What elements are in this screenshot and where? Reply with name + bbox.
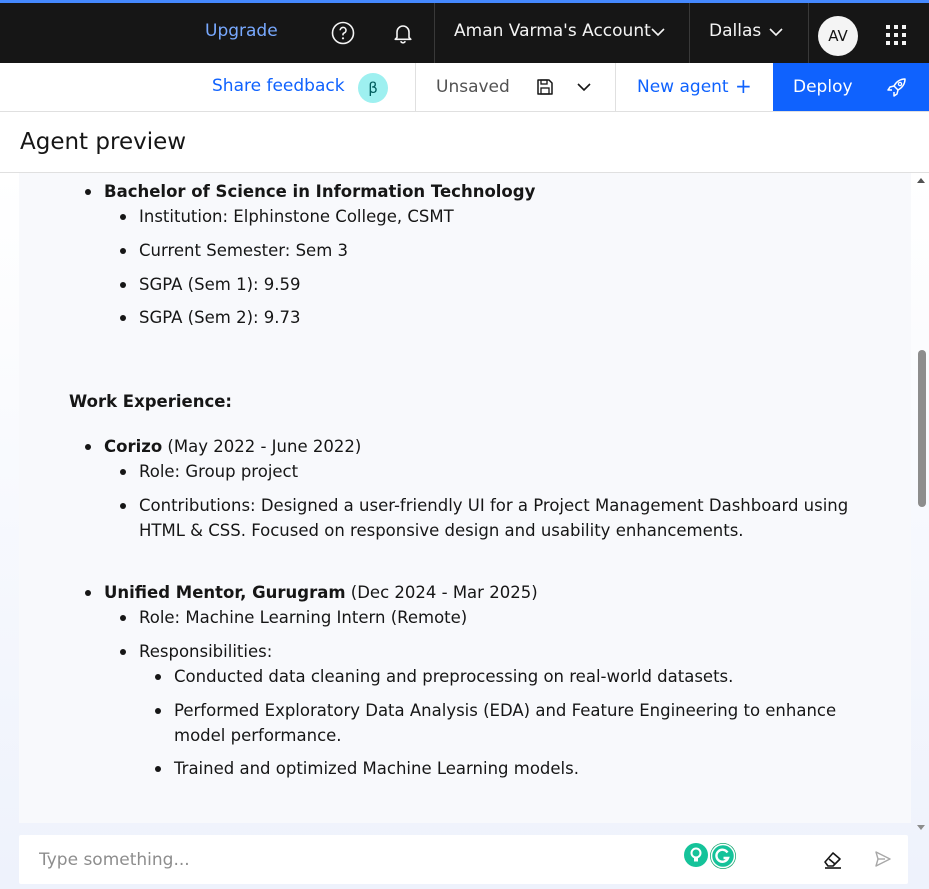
list-item: Current Semester: Sem 3 (139, 241, 349, 260)
bullet (120, 503, 126, 509)
bullet (120, 469, 126, 475)
chat-input[interactable] (19, 835, 679, 884)
list-item-continuation: model performance. (174, 726, 342, 745)
bullet (120, 315, 126, 321)
scroll-up-arrow-icon[interactable] (917, 178, 925, 183)
divider (689, 3, 690, 63)
agent-toolbar: Share feedback β Unsaved New agent + Dep… (0, 63, 929, 112)
job-title: Corizo (May 2022 - June 2022) (104, 437, 362, 456)
divider (415, 63, 416, 111)
list-item: Performed Exploratory Data Analysis (EDA… (174, 701, 837, 720)
top-nav-bar: Upgrade Aman Varma's Account Dallas AV (0, 0, 929, 63)
divider (434, 3, 435, 63)
grammarly-suggestion-icon[interactable] (684, 843, 708, 867)
bullet (120, 214, 126, 220)
list-item: Responsibilities: (139, 642, 273, 661)
chat-area: Bachelor of Science in Information Techn… (0, 173, 929, 889)
list-item: SGPA (Sem 1): 9.59 (139, 275, 301, 294)
grammarly-icon[interactable] (710, 843, 736, 869)
bullet (155, 708, 161, 714)
preview-header: Agent preview (0, 112, 929, 173)
bullet (85, 189, 91, 195)
bullet (85, 444, 91, 450)
list-item-continuation: HTML & CSS. Focused on responsive design… (139, 521, 744, 540)
chat-input-container (19, 835, 908, 884)
scrollbar-thumb[interactable] (918, 350, 926, 507)
divider (615, 63, 616, 111)
share-feedback-link[interactable]: Share feedback (212, 76, 345, 96)
bullet (155, 766, 161, 772)
bullet (85, 590, 91, 596)
add-icon[interactable]: + (735, 74, 752, 98)
list-item: Role: Group project (139, 462, 299, 481)
list-item: Institution: Elphinstone College, CSMT (139, 207, 454, 226)
list-item: Conducted data cleaning and preprocessin… (174, 667, 734, 686)
chevron-down-icon[interactable] (576, 81, 592, 93)
page-title: Agent preview (20, 129, 187, 155)
deploy-button[interactable]: Deploy (773, 63, 929, 111)
chevron-down-icon[interactable] (651, 27, 665, 37)
beta-badge: β (358, 73, 388, 103)
deploy-label: Deploy (793, 77, 853, 97)
job-title: Unified Mentor, Gurugram (Dec 2024 - Mar… (104, 583, 538, 602)
upgrade-link[interactable]: Upgrade (205, 21, 278, 41)
notification-bell-icon[interactable] (387, 17, 419, 49)
list-item: SGPA (Sem 2): 9.73 (139, 308, 301, 327)
app-switcher-icon[interactable] (886, 25, 908, 47)
scroll-down-arrow-icon[interactable] (917, 825, 925, 830)
divider (808, 3, 809, 63)
send-icon[interactable] (874, 850, 892, 868)
new-agent-button[interactable]: New agent (637, 77, 729, 97)
section-heading: Work Experience: (69, 392, 233, 411)
degree-title: Bachelor of Science in Information Techn… (104, 182, 536, 201)
bullet (155, 674, 161, 680)
bullet (120, 248, 126, 254)
chevron-down-icon[interactable] (769, 27, 783, 37)
rocket-icon (887, 78, 906, 97)
list-item: Role: Machine Learning Intern (Remote) (139, 608, 468, 627)
list-item: Trained and optimized Machine Learning m… (174, 759, 579, 778)
list-item: Contributions: Designed a user-friendly … (139, 496, 849, 515)
user-avatar[interactable]: AV (818, 16, 858, 56)
eraser-icon[interactable] (822, 848, 844, 870)
save-icon[interactable] (536, 78, 554, 96)
help-icon[interactable] (327, 17, 359, 49)
region-switcher[interactable]: Dallas (709, 21, 761, 41)
bullet (120, 615, 126, 621)
agent-message: Bachelor of Science in Information Techn… (19, 173, 911, 823)
bullet (120, 282, 126, 288)
save-status: Unsaved (436, 77, 510, 97)
account-switcher[interactable]: Aman Varma's Account (454, 21, 651, 41)
bullet (120, 649, 126, 655)
